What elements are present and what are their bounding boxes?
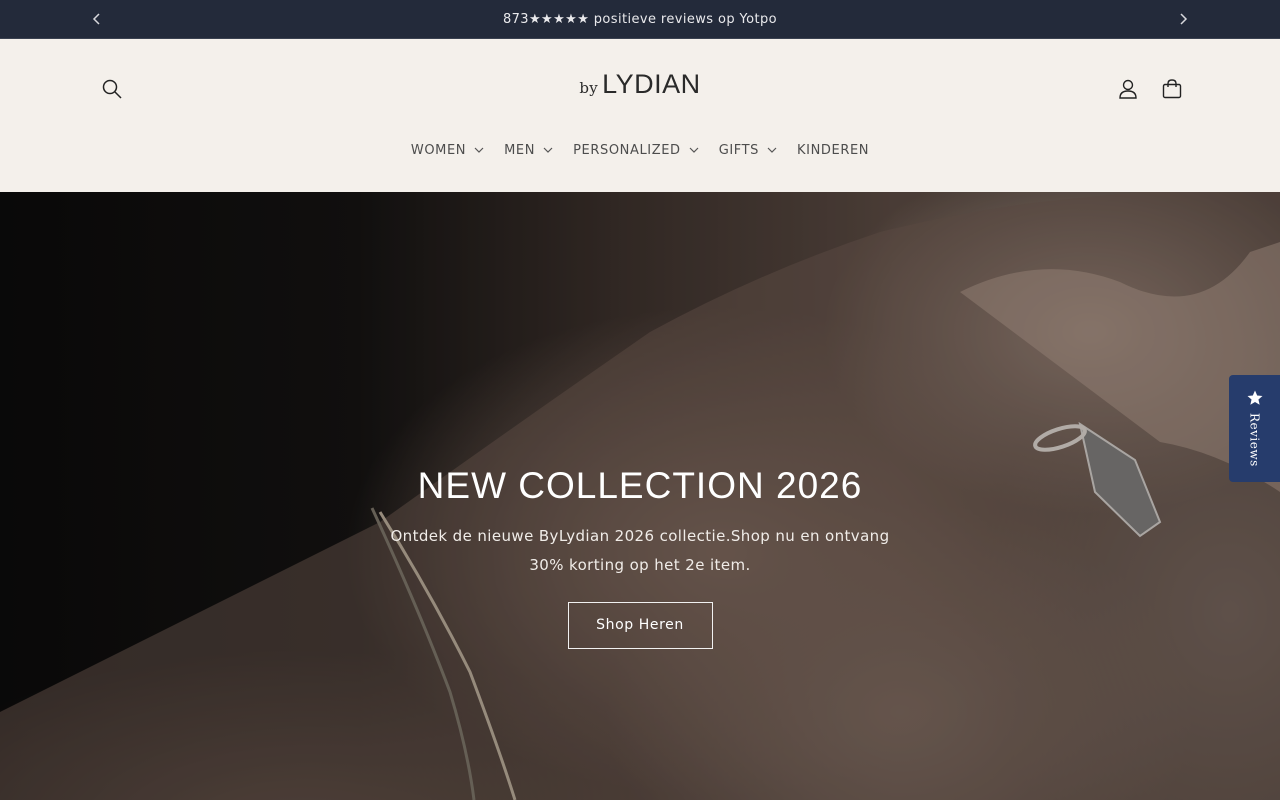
nav-item-label: GIFTS — [718, 142, 760, 158]
announcement-bar: 873★★★★★ positieve reviews op Yotpo — [0, 0, 1280, 39]
chevron-down-icon — [474, 147, 484, 153]
hero-title: NEW COLLECTION 2026 — [417, 465, 863, 506]
reviews-tab[interactable]: Reviews — [1229, 375, 1280, 482]
announcement-prev-button[interactable] — [83, 0, 111, 38]
star-icon — [1247, 390, 1262, 405]
account-button[interactable] — [1112, 73, 1144, 105]
chevron-left-icon — [92, 13, 100, 25]
search-button[interactable] — [96, 73, 128, 105]
cart-icon — [1162, 79, 1182, 99]
reviews-tab-label: Reviews — [1247, 413, 1262, 467]
nav-item-label: PERSONALIZED — [573, 142, 681, 158]
nav-item-men[interactable]: MEN — [494, 135, 563, 165]
chevron-down-icon — [543, 147, 553, 153]
search-icon — [102, 79, 122, 99]
nav-item-label: KINDEREN — [797, 142, 870, 158]
chevron-down-icon — [767, 147, 777, 153]
chevron-right-icon — [1180, 13, 1188, 25]
site-header: by LYDIAN WOMEN MEN PERSONALIZED GIFTS K… — [0, 39, 1280, 192]
hero-banner: NEW COLLECTION 2026 Ontdek de nieuwe ByL… — [0, 192, 1280, 800]
account-icon — [1119, 79, 1137, 99]
site-logo[interactable]: by LYDIAN — [560, 69, 720, 113]
logo-prefix: by — [579, 79, 599, 97]
hero-content: NEW COLLECTION 2026 Ontdek de nieuwe ByL… — [340, 464, 940, 649]
nav-item-kinderen[interactable]: KINDEREN — [787, 135, 879, 165]
announcement-text[interactable]: 873★★★★★ positieve reviews op Yotpo — [503, 12, 777, 27]
nav-item-women[interactable]: WOMEN — [401, 135, 494, 165]
cart-button[interactable] — [1156, 73, 1188, 105]
main-nav: WOMEN MEN PERSONALIZED GIFTS KINDEREN — [0, 135, 1280, 165]
nav-item-personalized[interactable]: PERSONALIZED — [563, 135, 709, 165]
nav-item-label: MEN — [504, 142, 536, 158]
announcement-next-button[interactable] — [1169, 0, 1197, 38]
logo-wordmark: LYDIAN — [602, 69, 701, 99]
shop-heren-button[interactable]: Shop Heren — [567, 602, 713, 649]
nav-item-label: WOMEN — [410, 142, 467, 158]
hero-subtitle: Ontdek de nieuwe ByLydian 2026 collectie… — [390, 527, 890, 574]
nav-item-gifts[interactable]: GIFTS — [709, 135, 787, 165]
chevron-down-icon — [689, 147, 699, 153]
